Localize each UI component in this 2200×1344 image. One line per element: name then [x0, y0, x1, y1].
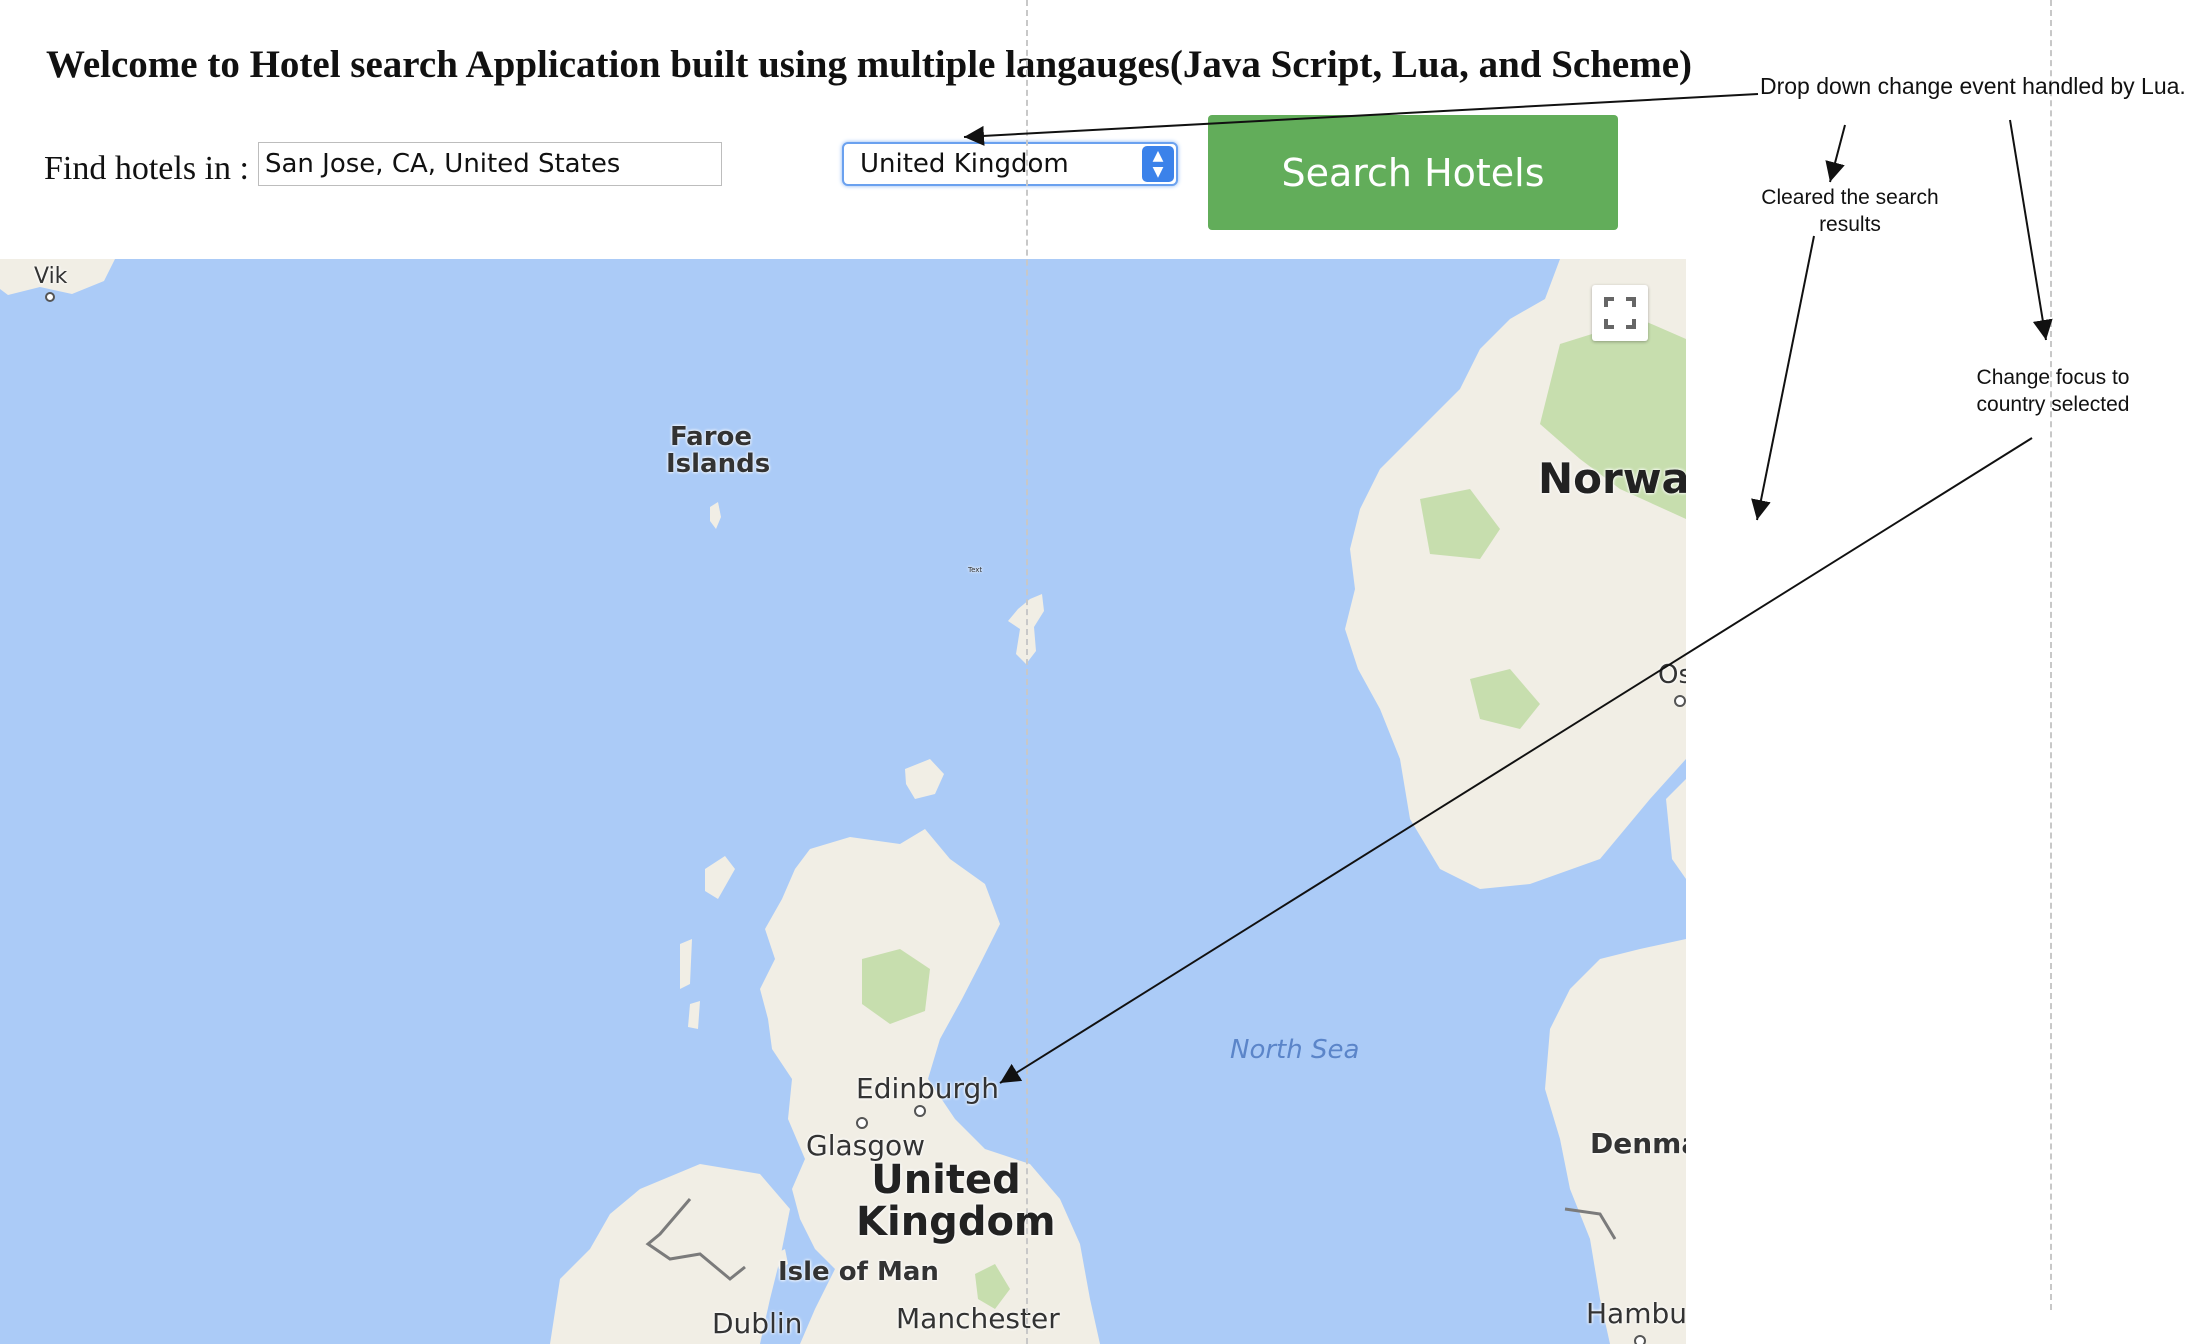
- find-hotels-label: Find hotels in :: [44, 150, 249, 187]
- map-view[interactable]: Vik Faroe Islands Text Norway Os North S…: [0, 259, 1686, 1344]
- city-markers: [45, 292, 1686, 1344]
- annotation-cleared-results: Cleared the search results: [1761, 186, 1939, 237]
- search-hotels-button[interactable]: Search Hotels: [1208, 115, 1618, 230]
- select-arrows-icon: ▲ ▼: [1142, 146, 1174, 182]
- annotation-change-focus: Change focus to country selected: [1976, 366, 2130, 417]
- guide-line-right: [2050, 0, 2052, 1310]
- location-input[interactable]: [258, 142, 722, 186]
- annotation-dropdown-event: Drop down change event handled by Lua.: [1760, 73, 2186, 99]
- page-title: Welcome to Hotel search Application buil…: [46, 43, 1693, 86]
- country-select-value: United Kingdom: [860, 149, 1069, 179]
- country-select[interactable]: United Kingdom ▲ ▼: [842, 142, 1178, 186]
- guide-line-left: [1026, 0, 1028, 1344]
